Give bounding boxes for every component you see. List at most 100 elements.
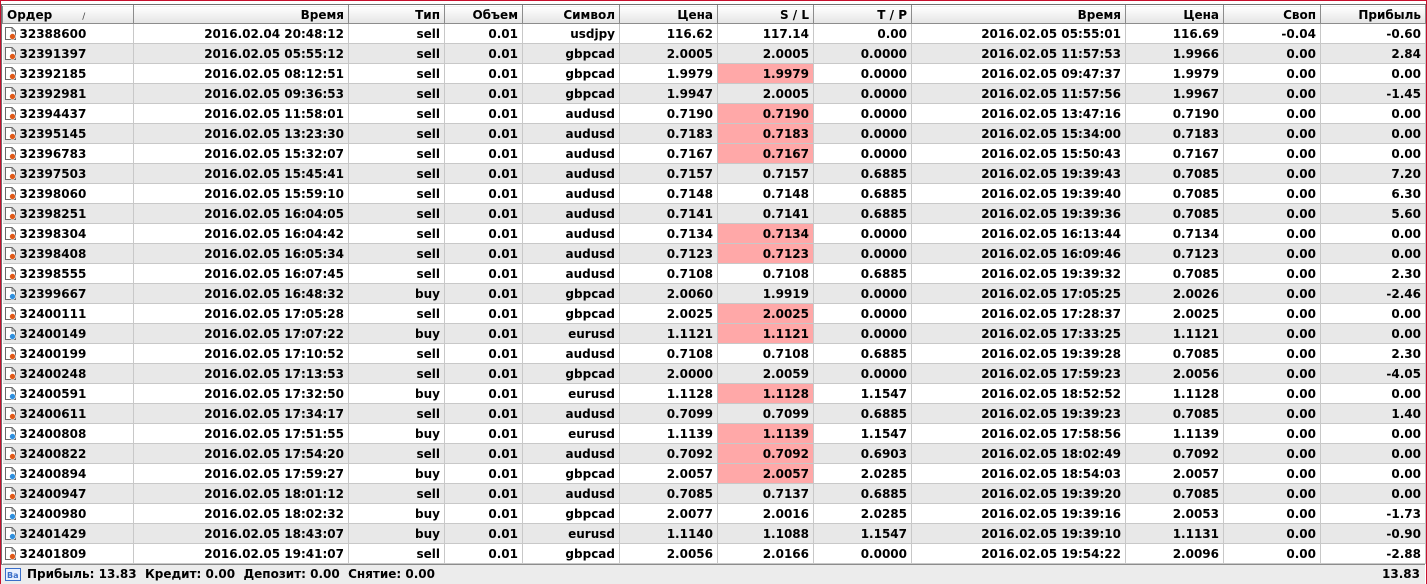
table-row[interactable]: 32392981 2016.02.05 09:36:53 sell 0.01 gbpca…	[2, 83, 1426, 104]
symbol-cell: gbpcad	[522, 63, 620, 84]
volume-cell: 0.01	[444, 403, 523, 424]
symbol-cell: gbpcad	[522, 463, 620, 484]
table-row[interactable]: 32400894 2016.02.05 17:59:27 buy 0.01 gbpcad…	[2, 463, 1426, 484]
close-price-cell: 0.7092	[1125, 443, 1224, 464]
swap-cell: 0.00	[1223, 83, 1321, 104]
type-cell: buy	[348, 283, 445, 304]
col-header-profit[interactable]: Прибыль	[1320, 5, 1426, 24]
type-cell: sell	[348, 103, 445, 124]
order-number: 32388600	[19, 26, 87, 41]
sell-order-icon	[4, 146, 16, 160]
close-time-cell: 2016.02.05 17:33:25	[911, 323, 1126, 344]
table-row[interactable]: 32400199 2016.02.05 17:10:52 sell 0.01 audus…	[2, 343, 1426, 364]
col-header-close-time[interactable]: Время	[911, 5, 1126, 24]
table-row[interactable]: 32400111 2016.02.05 17:05:28 sell 0.01 gbpca…	[2, 303, 1426, 324]
table-row[interactable]: 32398251 2016.02.05 16:04:05 sell 0.01 audus…	[2, 203, 1426, 224]
table-row[interactable]: 32400980 2016.02.05 18:02:32 buy 0.01 gbpcad…	[2, 503, 1426, 524]
sl-cell: 0.7092	[717, 443, 814, 464]
table-row[interactable]: 32400591 2016.02.05 17:32:50 buy 0.01 eurusd…	[2, 383, 1426, 404]
swap-cell: 0.00	[1223, 523, 1321, 544]
volume-cell: 0.01	[444, 203, 523, 224]
open-time-cell: 2016.02.05 19:41:07	[133, 543, 349, 564]
order-cell: 32396783	[2, 143, 134, 164]
close-time-cell: 2016.02.05 17:28:37	[911, 303, 1126, 324]
close-price-cell: 1.9966	[1125, 43, 1224, 64]
order-cell: 32395145	[2, 123, 134, 144]
table-row[interactable]: 32394437 2016.02.05 11:58:01 sell 0.01 audus…	[2, 103, 1426, 124]
col-header-swap[interactable]: Своп	[1223, 5, 1321, 24]
open-time-cell: 2016.02.05 16:05:34	[133, 243, 349, 264]
open-time-cell: 2016.02.05 17:51:55	[133, 423, 349, 444]
sl-cell: 1.9919	[717, 283, 814, 304]
table-row[interactable]: 32400808 2016.02.05 17:51:55 buy 0.01 eurusd…	[2, 423, 1426, 444]
tp-cell: 0.6885	[813, 403, 912, 424]
order-cell: 32400149	[2, 323, 134, 344]
buy-order-icon	[4, 506, 16, 520]
tp-cell: 0.0000	[813, 103, 912, 124]
order-cell: 32400591	[2, 383, 134, 404]
close-price-cell: 0.7085	[1125, 183, 1224, 204]
table-row[interactable]: 32392185 2016.02.05 08:12:51 sell 0.01 gbpca…	[2, 63, 1426, 84]
table-row[interactable]: 32398060 2016.02.05 15:59:10 sell 0.01 audus…	[2, 183, 1426, 204]
order-number: 32400199	[19, 346, 87, 361]
sl-cell: 0.7134	[717, 223, 814, 244]
table-row[interactable]: 32398555 2016.02.05 16:07:45 sell 0.01 audus…	[2, 263, 1426, 284]
table-row[interactable]: 32395145 2016.02.05 13:23:30 sell 0.01 audus…	[2, 123, 1426, 144]
close-price-cell: 0.7190	[1125, 103, 1224, 124]
sl-cell: 0.7108	[717, 343, 814, 364]
open-price-cell: 1.9979	[619, 63, 718, 84]
profit-cell: 5.60	[1320, 203, 1426, 224]
table-row[interactable]: 32400248 2016.02.05 17:13:53 sell 0.01 gbpca…	[2, 363, 1426, 384]
close-price-cell: 1.1131	[1125, 523, 1224, 544]
table-row[interactable]: 32391397 2016.02.05 05:55:12 sell 0.01 gbpca…	[2, 43, 1426, 64]
profit-cell: 0.00	[1320, 63, 1426, 84]
col-header-open-time[interactable]: Время	[133, 5, 349, 24]
table-row[interactable]: 32397503 2016.02.05 15:45:41 sell 0.01 audus…	[2, 163, 1426, 184]
table-row[interactable]: 32388600 2016.02.04 20:48:12 sell 0.01 usdjp…	[2, 23, 1426, 44]
col-header-symbol[interactable]: Символ	[522, 5, 620, 24]
close-time-cell: 2016.02.05 11:57:56	[911, 83, 1126, 104]
table-row[interactable]: 32400149 2016.02.05 17:07:22 buy 0.01 eurusd…	[2, 323, 1426, 344]
type-cell: buy	[348, 523, 445, 544]
order-number: 32400894	[19, 466, 87, 481]
buy-order-icon	[4, 526, 16, 540]
table-row[interactable]: 32401429 2016.02.05 18:43:07 buy 0.01 eurusd…	[2, 523, 1426, 544]
close-price-cell: 0.7134	[1125, 223, 1224, 244]
order-number: 32401429	[19, 526, 87, 541]
swap-cell: 0.00	[1223, 443, 1321, 464]
table-row[interactable]: 32399667 2016.02.05 16:48:32 buy 0.01 gbpcad…	[2, 283, 1426, 304]
swap-cell: 0.00	[1223, 123, 1321, 144]
close-price-cell: 0.7085	[1125, 403, 1224, 424]
close-price-cell: 1.9979	[1125, 63, 1224, 84]
close-price-cell: 1.1128	[1125, 383, 1224, 404]
col-header-order[interactable]: Ордер /	[2, 5, 134, 24]
sl-cell: 117.14	[717, 23, 814, 44]
table-row[interactable]: 32400611 2016.02.05 17:34:17 sell 0.01 audus…	[2, 403, 1426, 424]
profit-cell: 2.30	[1320, 343, 1426, 364]
symbol-cell: audusd	[522, 263, 620, 284]
table-row[interactable]: 32400947 2016.02.05 18:01:12 sell 0.01 audus…	[2, 483, 1426, 504]
table-row[interactable]: 32401809 2016.02.05 19:41:07 sell 0.01 gbpca…	[2, 543, 1426, 564]
col-header-sl[interactable]: S / L	[717, 5, 814, 24]
profit-cell: 2.30	[1320, 263, 1426, 284]
type-cell: sell	[348, 163, 445, 184]
sl-cell: 2.0059	[717, 363, 814, 384]
type-cell: sell	[348, 83, 445, 104]
col-header-volume[interactable]: Объем	[444, 5, 523, 24]
order-cell: 32400611	[2, 403, 134, 424]
table-row[interactable]: 32398304 2016.02.05 16:04:42 sell 0.01 audus…	[2, 223, 1426, 244]
tp-cell: 0.6885	[813, 483, 912, 504]
table-row[interactable]: 32398408 2016.02.05 16:05:34 sell 0.01 audus…	[2, 243, 1426, 264]
col-header-open-price[interactable]: Цена	[619, 5, 718, 24]
volume-cell: 0.01	[444, 423, 523, 444]
col-header-tp[interactable]: T / P	[813, 5, 912, 24]
col-header-type[interactable]: Тип	[348, 5, 445, 24]
order-number: 32401809	[19, 546, 87, 561]
close-time-cell: 2016.02.05 18:02:49	[911, 443, 1126, 464]
order-number: 32400808	[19, 426, 87, 441]
sell-order-icon	[4, 206, 16, 220]
table-row[interactable]: 32396783 2016.02.05 15:32:07 sell 0.01 audus…	[2, 143, 1426, 164]
close-time-cell: 2016.02.05 19:54:22	[911, 543, 1126, 564]
table-row[interactable]: 32400822 2016.02.05 17:54:20 sell 0.01 audus…	[2, 443, 1426, 464]
col-header-close-price[interactable]: Цена	[1125, 5, 1224, 24]
